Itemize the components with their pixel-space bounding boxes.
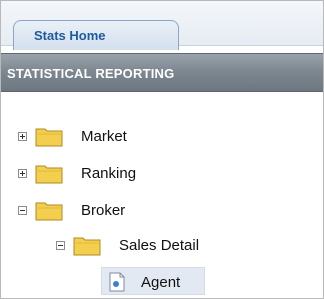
tree-node-agent-row: Agent (109, 268, 180, 296)
tree-node-label: Sales Detail (119, 236, 200, 254)
folder-icon (35, 128, 63, 147)
tab-bar: Stats Home (1, 1, 323, 50)
tab-stats-home[interactable]: Stats Home (13, 20, 179, 50)
tab-label: Stats Home (34, 28, 106, 43)
report-page-icon (109, 272, 125, 292)
expand-icon[interactable] (18, 131, 27, 141)
expand-icon[interactable] (18, 168, 27, 178)
folder-icon (35, 165, 63, 184)
tree-node-label: Ranking (81, 164, 137, 182)
tree-node-label: Agent (141, 273, 181, 291)
stats-panel: Stats Home STATISTICAL REPORTING Market … (0, 0, 324, 299)
tree-node-ranking[interactable]: Ranking (18, 159, 136, 187)
collapse-icon[interactable] (18, 205, 27, 215)
collapse-icon[interactable] (56, 240, 65, 250)
folder-icon (35, 202, 63, 221)
tree-node-label: Broker (81, 201, 126, 219)
section-title: STATISTICAL REPORTING (7, 66, 175, 81)
tree-node-sales-detail[interactable]: Sales Detail (56, 231, 199, 259)
tree-node-market[interactable]: Market (18, 122, 127, 150)
tree-node-agent[interactable]: Agent (101, 267, 205, 295)
tree-node-label: Market (81, 127, 127, 145)
tree-node-broker[interactable]: Broker (18, 196, 125, 224)
section-header: STATISTICAL REPORTING (1, 53, 323, 92)
folder-icon (73, 237, 101, 256)
